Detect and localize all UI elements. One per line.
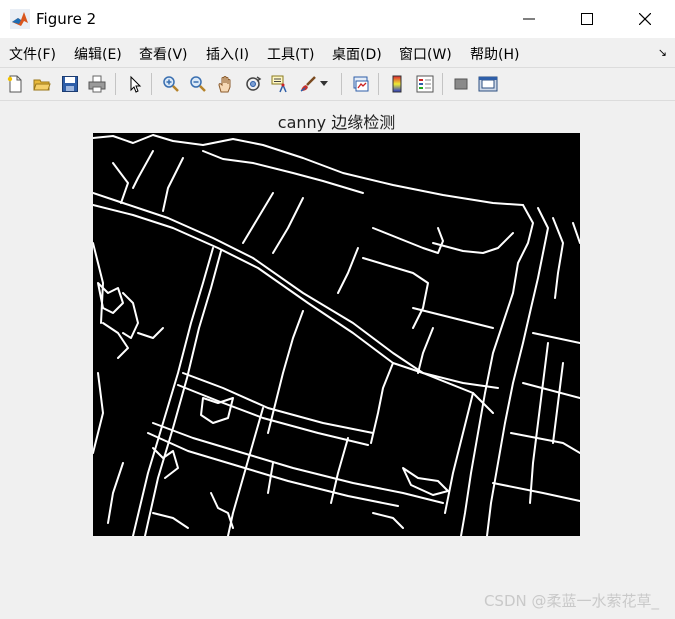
- brush-dropdown-icon: [320, 81, 328, 86]
- link-plot-button[interactable]: [350, 73, 372, 95]
- colorbar-button[interactable]: [386, 73, 408, 95]
- link-plot-icon: [353, 76, 369, 92]
- watermark-text: CSDN @柔蓝一水萦花草_: [483, 592, 659, 610]
- menu-edit[interactable]: 编辑(E): [74, 44, 122, 64]
- legend-button[interactable]: [414, 73, 436, 95]
- toolbar-separator: [442, 73, 443, 95]
- save-button[interactable]: [59, 73, 81, 95]
- dock-arrow-icon[interactable]: ↘: [658, 46, 667, 59]
- edge-detection-image: [92, 133, 581, 537]
- brush-icon: [300, 76, 316, 92]
- figure-title: canny 边缘检测: [277, 113, 396, 132]
- edit-plot-button[interactable]: [124, 73, 146, 95]
- maximize-icon: [581, 13, 593, 25]
- menu-file[interactable]: 文件(F): [9, 44, 56, 64]
- edge-lines: [92, 134, 581, 537]
- menu-window[interactable]: 窗口(W): [399, 44, 452, 64]
- zoom-in-button[interactable]: [160, 73, 182, 95]
- hide-plot-tools-button[interactable]: [450, 73, 472, 95]
- brush-button[interactable]: [297, 73, 319, 95]
- brush-dropdown-button[interactable]: [318, 73, 330, 95]
- figure-toolbar: [0, 67, 675, 101]
- menu-tools[interactable]: 工具(T): [267, 44, 314, 64]
- data-cursor-icon: [271, 75, 287, 93]
- toolbar-separator: [378, 73, 379, 95]
- legend-icon: [416, 75, 434, 93]
- minimize-button[interactable]: [500, 0, 558, 38]
- menu-desktop[interactable]: 桌面(D): [332, 44, 382, 64]
- zoom-in-icon: [163, 76, 179, 92]
- menu-view[interactable]: 查看(V): [139, 44, 188, 64]
- window-title: Figure 2: [36, 10, 97, 28]
- close-button[interactable]: [616, 0, 674, 38]
- pan-hand-icon: [218, 76, 231, 93]
- pan-button[interactable]: [214, 73, 236, 95]
- maximize-button[interactable]: [558, 0, 616, 38]
- menu-bar: 文件(F) 编辑(E) 查看(V) 插入(I) 工具(T) 桌面(D) 窗口(W…: [0, 38, 675, 67]
- hide-plot-tools-icon: [454, 78, 468, 90]
- show-plot-tools-icon: [478, 76, 498, 92]
- show-plot-tools-button[interactable]: [477, 73, 499, 95]
- toolbar-separator: [115, 73, 116, 95]
- zoom-out-button[interactable]: [187, 73, 209, 95]
- rotate-3d-button[interactable]: [242, 73, 264, 95]
- open-file-button[interactable]: [31, 73, 53, 95]
- open-file-icon: [33, 79, 51, 91]
- rotate-3d-icon: [246, 76, 262, 91]
- new-figure-button[interactable]: [4, 73, 26, 95]
- close-icon: [639, 13, 651, 25]
- print-icon: [88, 75, 106, 93]
- pointer-icon: [130, 75, 142, 93]
- new-figure-icon: [7, 75, 22, 93]
- colorbar-icon: [392, 75, 402, 93]
- print-button[interactable]: [86, 73, 108, 95]
- zoom-out-icon: [190, 76, 206, 92]
- toolbar-separator: [151, 73, 152, 95]
- menu-help[interactable]: 帮助(H): [470, 44, 519, 64]
- minimize-icon: [523, 18, 535, 20]
- title-bar: Figure 2: [0, 0, 675, 38]
- toolbar-separator: [341, 73, 342, 95]
- data-cursor-button[interactable]: [269, 73, 291, 95]
- menu-insert[interactable]: 插入(I): [206, 44, 249, 64]
- matlab-logo-icon: [10, 9, 30, 29]
- save-icon: [62, 76, 78, 92]
